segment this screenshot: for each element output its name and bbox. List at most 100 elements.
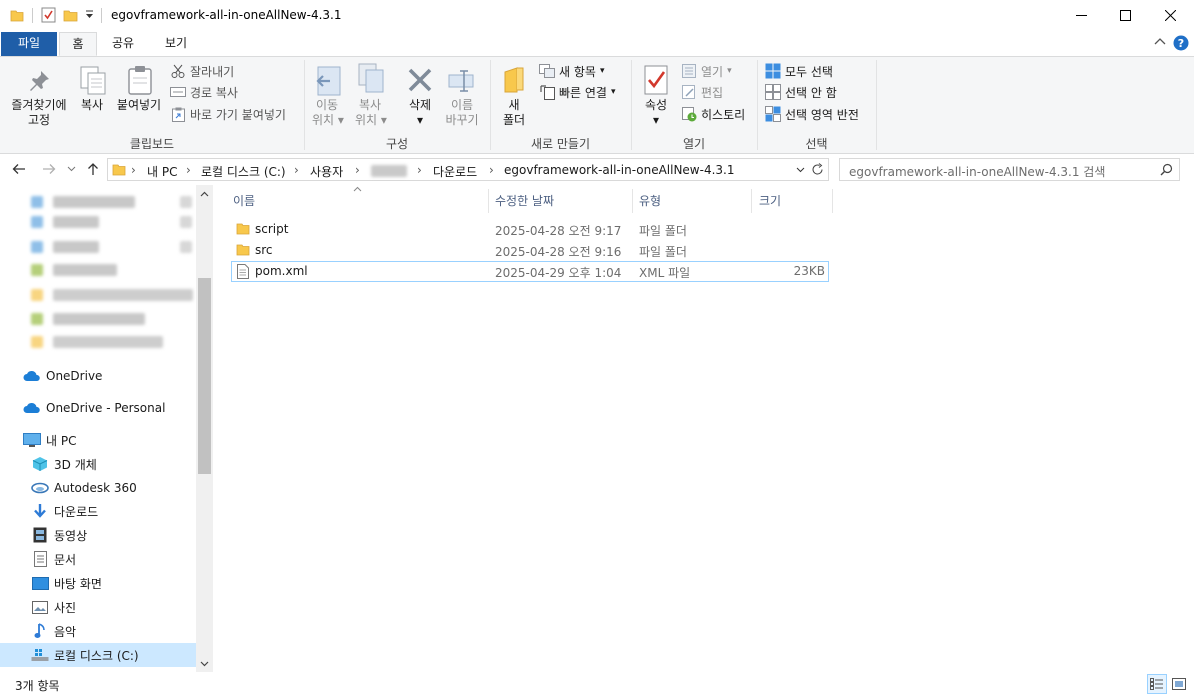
address-history-chevron-icon[interactable] <box>796 167 805 173</box>
breadcrumb-separator[interactable]: › <box>355 163 360 177</box>
scroll-up-arrow-icon[interactable] <box>200 191 209 197</box>
properties-button[interactable]: 속성 ▾ <box>639 98 673 128</box>
nav-item-videos[interactable]: 동영상 <box>0 523 196 547</box>
customize-quick-access-icon[interactable] <box>85 10 94 20</box>
nav-item-autodesk-360[interactable]: Autodesk 360 <box>0 476 196 500</box>
move-label-1: 이동 <box>315 98 339 112</box>
column-divider[interactable] <box>832 189 833 213</box>
copy-path-button[interactable]: 경로 복사 <box>170 82 238 102</box>
pin-to-quick-access-button[interactable]: 즐겨찾기에 고정 <box>5 98 73 128</box>
column-header-type[interactable]: 유형 <box>639 189 661 213</box>
new-item-button[interactable]: 새 항목 ▾ <box>539 61 604 81</box>
search-box[interactable]: egovframework-all-in-oneAllNew-4.3.1 검색 <box>839 158 1180 181</box>
address-bar[interactable]: › 내 PC › 로컬 디스크 (C:) › 사용자 › › 다운로드 › eg… <box>107 158 829 181</box>
column-divider[interactable] <box>751 189 752 213</box>
delete-button[interactable]: 삭제 ▾ <box>402 98 438 128</box>
nav-item-pictures[interactable]: 사진 <box>0 595 196 619</box>
ribbon-tabs: 파일 홈 공유 보기 ? <box>0 31 1194 56</box>
copy-to-button[interactable]: 복사 위치 ▾ <box>355 98 387 128</box>
open-button[interactable]: 열기 ▾ <box>681 61 732 81</box>
collapse-ribbon-icon[interactable] <box>1154 37 1166 47</box>
nav-item-desktop[interactable]: 바탕 화면 <box>0 571 196 595</box>
refresh-icon[interactable] <box>811 163 824 176</box>
column-header-modified[interactable]: 수정한 날짜 <box>495 189 554 213</box>
minimize-button[interactable] <box>1058 0 1104 31</box>
help-icon[interactable]: ? <box>1173 35 1189 51</box>
nav-item-onedrive[interactable]: OneDrive <box>0 364 196 388</box>
pin-icon <box>28 70 50 92</box>
scroll-down-arrow-icon[interactable] <box>200 661 209 667</box>
invert-selection-button[interactable]: 선택 영역 반전 <box>765 104 859 124</box>
nav-item-this-pc[interactable]: 내 PC <box>0 428 196 452</box>
redacted-item-icon[interactable] <box>31 216 43 228</box>
scroll-thumb[interactable] <box>198 278 211 474</box>
easy-access-button[interactable]: 빠른 연결 ▾ <box>539 82 616 102</box>
tab-view[interactable]: 보기 <box>156 32 196 56</box>
file-row[interactable]: pom.xml 2025-04-29 오후 1:04 XML 파일 23KB <box>231 261 829 282</box>
redacted-item-label[interactable] <box>53 241 99 253</box>
nav-item-onedrive-personal[interactable]: OneDrive - Personal <box>0 396 196 420</box>
edit-button[interactable]: 편집 <box>681 82 723 102</box>
large-icons-view-button[interactable] <box>1169 674 1189 694</box>
new-folder-button[interactable]: 새 폴더 <box>499 98 529 128</box>
redacted-item-icon[interactable] <box>31 289 43 301</box>
file-row[interactable]: src 2025-04-28 오전 9:16 파일 폴더 <box>231 240 829 261</box>
recent-locations-chevron-icon[interactable] <box>67 166 76 172</box>
breadcrumb-separator[interactable]: › <box>489 163 494 177</box>
breadcrumb-this-pc[interactable]: 내 PC <box>147 163 177 180</box>
details-view-button[interactable] <box>1147 674 1167 694</box>
up-arrow-icon[interactable] <box>87 162 99 176</box>
nav-item-local-disk[interactable]: 로컬 디스크 (C:) <box>0 643 196 667</box>
nav-item-music[interactable]: 음악 <box>0 619 196 643</box>
breadcrumb-separator[interactable]: › <box>417 163 422 177</box>
breadcrumb-users[interactable]: 사용자 <box>310 163 343 180</box>
redacted-item-label[interactable] <box>53 264 117 276</box>
item-count: 3개 항목 <box>15 679 60 693</box>
forward-arrow-icon[interactable] <box>42 163 56 175</box>
redacted-item-icon[interactable] <box>31 264 43 276</box>
breadcrumb-separator[interactable]: › <box>186 163 191 177</box>
column-divider[interactable] <box>632 189 633 213</box>
redacted-item-icon[interactable] <box>31 336 43 348</box>
redacted-item-label[interactable] <box>53 336 163 348</box>
nav-item-documents[interactable]: 문서 <box>0 547 196 571</box>
redacted-item-icon[interactable] <box>31 196 43 208</box>
back-arrow-icon[interactable] <box>12 163 26 175</box>
properties-quick-icon[interactable] <box>41 7 56 23</box>
breadcrumb-separator[interactable]: › <box>294 163 299 177</box>
column-header-size[interactable]: 크기 <box>759 189 781 213</box>
tab-home[interactable]: 홈 <box>59 32 97 56</box>
new-folder-quick-icon[interactable] <box>63 8 78 22</box>
paste-shortcut-button[interactable]: 바로 가기 붙여넣기 <box>170 104 286 124</box>
nav-item-3d-objects[interactable]: 3D 개체 <box>0 452 196 476</box>
breadcrumb-username-redacted[interactable] <box>371 165 407 177</box>
breadcrumb-separator[interactable]: › <box>131 163 136 177</box>
redacted-item-label[interactable] <box>53 313 145 325</box>
select-all-icon <box>765 63 781 79</box>
redacted-item-icon[interactable] <box>31 241 43 253</box>
breadcrumb-local-disk[interactable]: 로컬 디스크 (C:) <box>201 163 286 180</box>
nav-item-downloads[interactable]: 다운로드 <box>0 499 196 523</box>
tab-share[interactable]: 공유 <box>103 32 143 56</box>
close-button[interactable] <box>1147 0 1193 31</box>
history-button[interactable]: 히스토리 <box>681 104 745 124</box>
file-row[interactable]: script 2025-04-28 오전 9:17 파일 폴더 <box>231 219 829 240</box>
move-to-button[interactable]: 이동 위치 ▾ <box>312 98 344 128</box>
rename-button[interactable]: 이름 바꾸기 <box>443 98 481 128</box>
redacted-item-label[interactable] <box>53 216 99 228</box>
tab-file[interactable]: 파일 <box>1 32 57 56</box>
cut-button[interactable]: 잘라내기 <box>170 61 234 81</box>
maximize-button[interactable] <box>1102 0 1148 31</box>
copy-button[interactable]: 복사 <box>77 98 107 113</box>
breadcrumb-current-folder[interactable]: egovframework-all-in-oneAllNew-4.3.1 <box>504 163 734 177</box>
paste-button[interactable]: 붙여넣기 <box>113 98 165 113</box>
redacted-item-label[interactable] <box>53 196 135 208</box>
breadcrumb-downloads[interactable]: 다운로드 <box>433 163 477 180</box>
redacted-item-label[interactable] <box>53 289 193 301</box>
column-header-name[interactable]: 이름 <box>233 189 255 213</box>
select-all-button[interactable]: 모두 선택 <box>765 61 833 81</box>
navigation-scrollbar[interactable] <box>196 185 213 672</box>
column-divider[interactable] <box>488 189 489 213</box>
select-none-button[interactable]: 선택 안 함 <box>765 82 837 102</box>
redacted-item-icon[interactable] <box>31 313 43 325</box>
